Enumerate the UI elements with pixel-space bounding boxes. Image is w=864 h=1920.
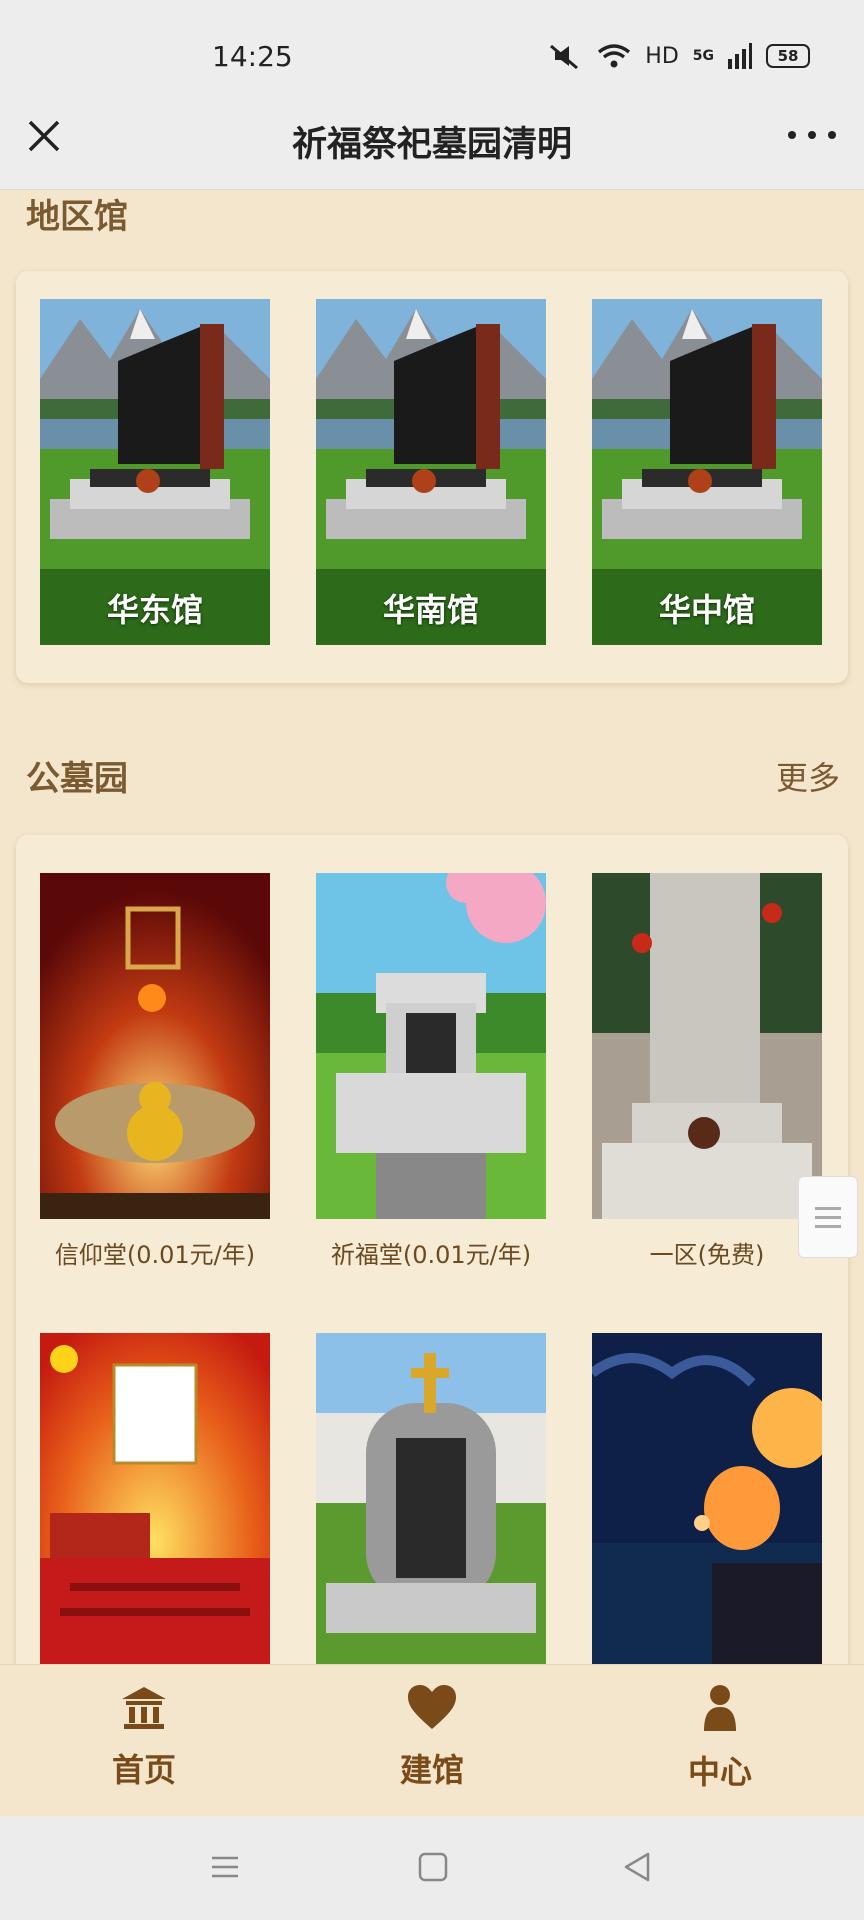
menu-icon[interactable] bbox=[208, 1850, 242, 1884]
cemetery-tile-faith[interactable] bbox=[40, 873, 270, 1219]
buddha-image bbox=[40, 873, 270, 1219]
nav-label: 首页 bbox=[111, 1751, 176, 1789]
status-icons: HD 5G 58 bbox=[547, 42, 810, 70]
cemetery-card: 信仰堂(0.01元/年) 祈福堂(0.01元/年) 一区(免费) bbox=[16, 835, 848, 1664]
cemetery-label[interactable]: 祈福堂(0.01元/年) bbox=[306, 1235, 556, 1270]
regions-card: 华东馆 华南馆 华中馆 bbox=[16, 271, 848, 683]
status-time: 14:25 bbox=[212, 40, 293, 73]
nav-label: 建馆 bbox=[399, 1751, 464, 1789]
nav-item-center[interactable]: 中心 bbox=[630, 1683, 810, 1793]
more-link[interactable]: 更多 bbox=[776, 753, 840, 799]
signal-type: 5G bbox=[692, 48, 714, 64]
temple-icon bbox=[122, 1687, 166, 1729]
nav-item-home[interactable]: 首页 bbox=[54, 1683, 234, 1791]
grave-image bbox=[592, 873, 822, 1219]
section-title-cemetery: 公墓园 bbox=[26, 759, 128, 799]
cross-tomb-image bbox=[316, 1333, 546, 1664]
person-icon bbox=[704, 1685, 736, 1731]
network-type: HD bbox=[645, 43, 679, 69]
lanterns-image bbox=[592, 1333, 822, 1664]
region-tile-central[interactable]: 华中馆 bbox=[592, 299, 822, 645]
battery-icon: 58 bbox=[766, 44, 810, 68]
more-dots-icon[interactable] bbox=[788, 120, 836, 150]
region-label: 华东馆 bbox=[106, 591, 203, 629]
heart-icon bbox=[408, 1685, 456, 1729]
region-tile-east[interactable]: 华东馆 bbox=[40, 299, 270, 645]
system-nav-bar bbox=[0, 1816, 864, 1920]
nav-label: 中心 bbox=[687, 1753, 752, 1791]
cemetery-tile-christian[interactable] bbox=[316, 1333, 546, 1664]
scroll-handle[interactable] bbox=[798, 1176, 858, 1258]
title-bar: 祈福祭祀墓园清明 bbox=[0, 90, 864, 190]
cemetery-label[interactable]: 一区(免费) bbox=[582, 1235, 832, 1270]
cemetery-tile-blessing[interactable] bbox=[316, 873, 546, 1219]
cemetery-tile-party[interactable] bbox=[40, 1333, 270, 1664]
region-label: 华南馆 bbox=[382, 591, 479, 629]
tomb-image bbox=[316, 873, 546, 1219]
bottom-nav: 首页 建馆 中心 bbox=[0, 1664, 864, 1816]
nav-item-build[interactable]: 建馆 bbox=[342, 1683, 522, 1791]
region-label: 华中馆 bbox=[658, 591, 755, 629]
wifi-icon bbox=[598, 44, 631, 68]
cemetery-tile-lanterns[interactable] bbox=[592, 1333, 822, 1664]
signal-icon bbox=[728, 43, 752, 69]
section-title-regions: 地区馆 bbox=[26, 197, 128, 237]
mute-icon bbox=[550, 44, 579, 70]
cemetery-tile-zone1[interactable] bbox=[592, 873, 822, 1219]
region-tile-south[interactable]: 华南馆 bbox=[316, 299, 546, 645]
main-content[interactable]: 地区馆 华东馆 华南馆 华中馆 公墓园 更多 信仰堂(0.01元/年) 祈福堂(… bbox=[0, 191, 864, 1664]
cemetery-label[interactable]: 信仰堂(0.01元/年) bbox=[30, 1235, 280, 1270]
memorial-image bbox=[40, 1333, 270, 1664]
page-title: 祈福祭祀墓园清明 bbox=[291, 125, 572, 165]
home-square-icon[interactable] bbox=[416, 1850, 450, 1884]
back-triangle-icon[interactable] bbox=[620, 1850, 654, 1884]
